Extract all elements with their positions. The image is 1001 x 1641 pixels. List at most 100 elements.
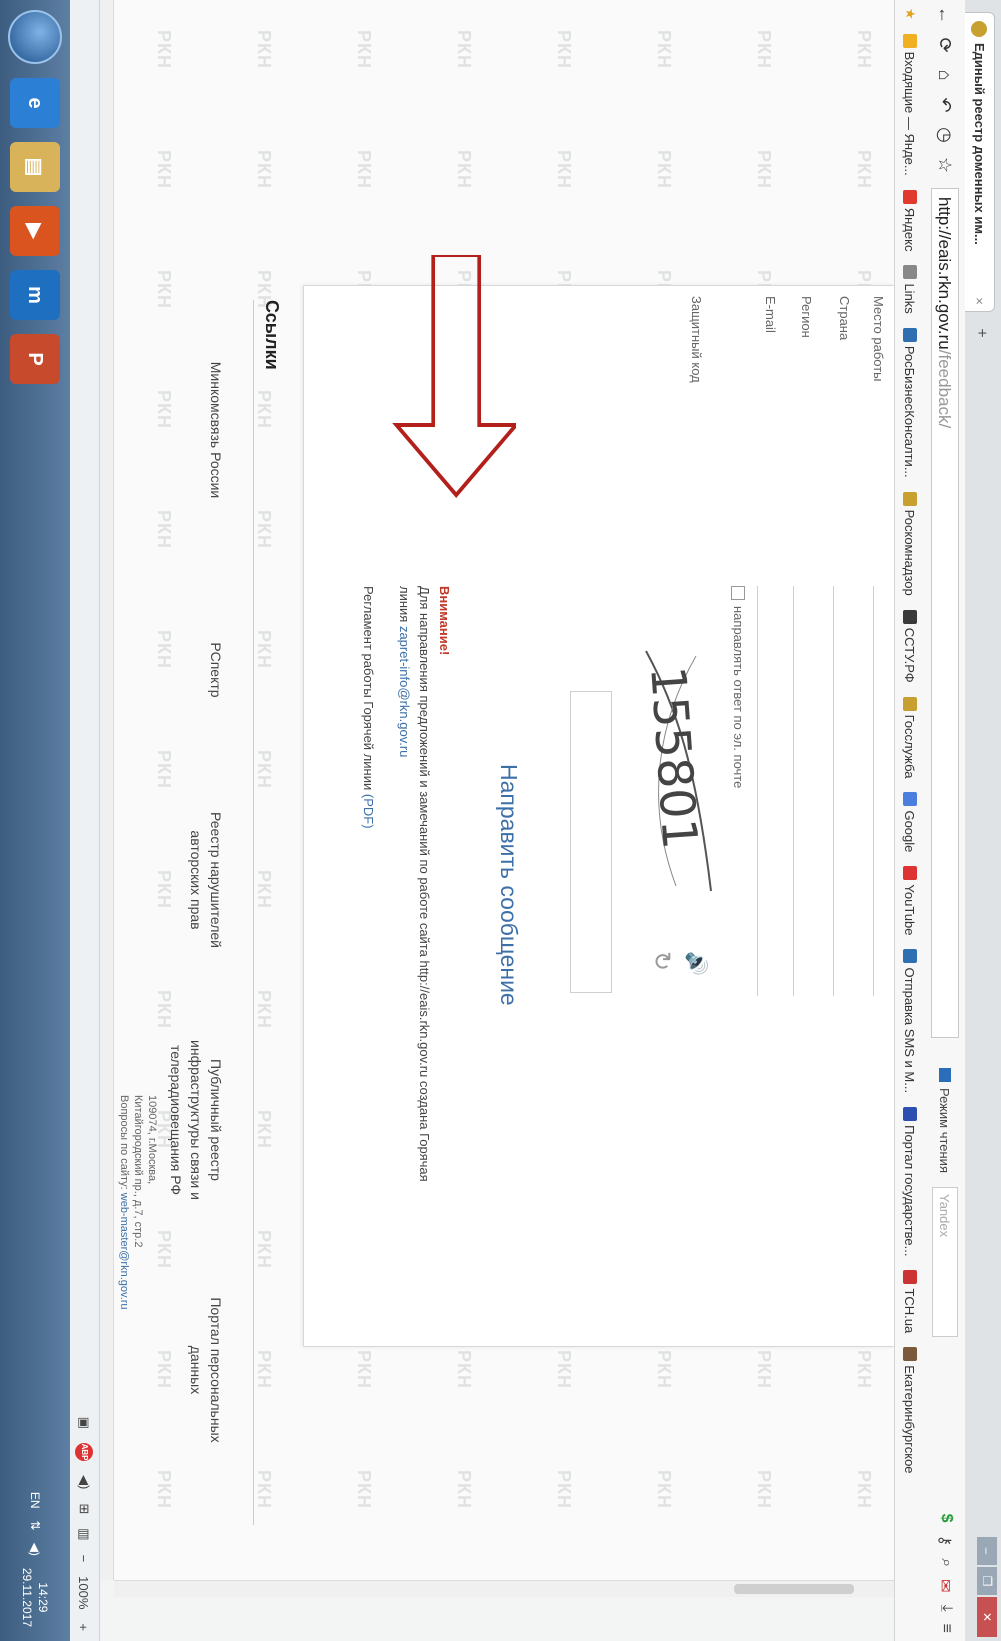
horizontal-scrollbar[interactable] [99, 0, 114, 1580]
sound-icon[interactable]: ◀) [76, 1475, 92, 1489]
network-icon[interactable]: ⇅ [28, 1521, 42, 1531]
link-rspektr[interactable]: РСпектр [206, 580, 226, 760]
link-public-registry[interactable]: Публичный реестр инфраструктуры связи и … [166, 1010, 226, 1230]
bookmark-item[interactable]: Екатеринбургское [903, 1347, 918, 1474]
tab-title: Единый реестр доменных им... [972, 43, 987, 245]
restore-button[interactable]: ❐ [977, 1567, 997, 1595]
start-button-icon[interactable] [8, 10, 62, 64]
reader-mode-button[interactable]: Режим чтения [938, 1068, 953, 1173]
bookmark-item[interactable]: Портал государстве... [903, 1107, 918, 1256]
home-icon[interactable]: ⌂ [930, 60, 960, 90]
audio-captcha-icon[interactable]: 🔊 [684, 951, 709, 976]
bookmark-item[interactable]: Яндекс [902, 189, 918, 252]
reglament-line: Регламент работы Горячей линии (PDF) [361, 586, 376, 829]
link-personal-data-portal[interactable]: Портал персональных данных [186, 1280, 226, 1460]
columns-icon[interactable]: ▥ [76, 1528, 92, 1540]
watermark-text: РКН [554, 1350, 574, 1389]
bookmark-favicon-icon [903, 696, 917, 711]
country-field[interactable] [833, 586, 834, 996]
tab-active[interactable]: Единый реестр доменных им... × [965, 12, 995, 312]
zoom-out-button[interactable]: − [77, 1555, 92, 1563]
address-line-3: Вопросы по сайту: [118, 1095, 130, 1190]
bookmark-item[interactable]: Госслужба [902, 696, 918, 779]
watermark-text: РКН [154, 750, 174, 789]
mail-icon[interactable]: ✉ [935, 1579, 955, 1592]
address-bar[interactable]: http://eais.rkn.gov.ru /feedback/ [931, 188, 959, 1038]
tab-bar: Единый реестр доменных им... × + – ❐ ✕ [964, 0, 1001, 1641]
mail-client-icon[interactable]: m [10, 270, 60, 320]
bookmark-favicon-icon [903, 949, 917, 964]
captcha-input[interactable] [570, 691, 612, 993]
link-copyright-registry[interactable]: Реестр нарушителей авторских прав [186, 790, 226, 970]
checkbox-box[interactable] [731, 586, 746, 600]
zoom-icon[interactable]: ⌕ [935, 1558, 955, 1567]
link-minkomsvyaz[interactable]: Минкомсвязь России [206, 340, 226, 520]
email-reply-checkbox[interactable]: направлять ответ по эл. почте [731, 586, 746, 788]
watermark-text: РКН [154, 1470, 174, 1509]
bookmark-label: Входящие — Янде... [902, 51, 918, 176]
panel-icon[interactable]: ▣ [76, 1417, 92, 1429]
volume-icon[interactable]: ◀) [28, 1543, 42, 1556]
search-input[interactable]: Yandex [932, 1186, 958, 1337]
submit-message-button[interactable]: Направить сообщение [495, 764, 522, 1006]
bookmark-item[interactable]: Links [903, 265, 918, 314]
bookmark-label: Госслужба [902, 714, 918, 779]
watermark-text: РКН [654, 1350, 674, 1389]
bookmark-label: Яндекс [902, 207, 918, 252]
region-field[interactable] [793, 586, 794, 996]
menu-icon[interactable]: ≡ [935, 1624, 955, 1633]
tile-icon[interactable]: ⊞ [76, 1503, 92, 1514]
bookmark-item[interactable]: Отправка SMS и М... [903, 949, 918, 1093]
hotline-email-link[interactable]: zapret-info@rkn.gov.ru [397, 626, 412, 757]
toolbar-icons: $ ⚷ ⌕ ✉ ⤓ ≡ [935, 1514, 955, 1633]
windows-taskbar: e ▤ ▶ m P EN ⇅ ◀) 14:29 29.11.2017 [0, 0, 70, 1641]
star-bookmark-icon[interactable]: ☆ [930, 150, 960, 180]
scroll-thumb[interactable] [734, 1584, 854, 1594]
captcha-text: 155801 [639, 664, 708, 851]
close-window-button[interactable]: ✕ [977, 1597, 997, 1637]
bookmark-item[interactable]: TCH.ua [903, 1270, 918, 1333]
workplace-field[interactable] [873, 586, 874, 996]
tab-close-button[interactable]: × [972, 291, 987, 311]
email-field[interactable] [757, 586, 758, 996]
label-region: Регион [799, 296, 814, 338]
adblock-icon[interactable]: ABP [75, 1443, 93, 1462]
ie-icon[interactable]: e [10, 78, 60, 128]
watermark-text: РКН [254, 1110, 274, 1149]
bookmark-item[interactable]: Google [903, 792, 918, 852]
bookmark-item[interactable]: Роскомнадзор [903, 491, 918, 596]
bookmark-item[interactable]: ССТУ.РФ [903, 609, 918, 683]
clock[interactable]: 14:29 29.11.2017 [19, 1568, 51, 1627]
powerpoint-icon[interactable]: P [10, 334, 60, 384]
watermark-text: РКН [154, 1350, 174, 1389]
back-arrow-icon[interactable]: ← [930, 0, 960, 30]
bookmark-item[interactable]: РосБизнесКонсалти... [903, 327, 918, 478]
download-icon[interactable]: ⤓ [935, 1605, 955, 1612]
dollar-extension-icon[interactable]: $ [935, 1514, 955, 1523]
bookmark-favicon-icon [903, 33, 917, 48]
undo-icon[interactable]: ↶ [930, 90, 960, 120]
history-icon[interactable]: ◷ [930, 120, 960, 150]
media-player-icon[interactable]: ▶ [10, 206, 60, 256]
watermark-text: РКН [854, 1350, 874, 1389]
bookmark-favicon-icon [903, 327, 917, 342]
minimize-button[interactable]: – [977, 1537, 997, 1565]
bookmark-item[interactable]: Входящие — Янде... [902, 33, 918, 176]
watermark-text: РКН [754, 30, 774, 69]
new-tab-button[interactable]: + [971, 322, 991, 344]
bookmark-favicon-icon [903, 491, 917, 506]
language-indicator[interactable]: EN [28, 1492, 42, 1509]
explorer-icon[interactable]: ▤ [10, 142, 60, 192]
refresh-captcha-icon[interactable]: ↻ [647, 951, 676, 971]
watermark-text: РКН [254, 1350, 274, 1389]
reglament-pdf-link[interactable]: (PDF) [361, 794, 376, 829]
watermark-text: РКН [854, 1470, 874, 1509]
vertical-scrollbar[interactable] [114, 1580, 894, 1597]
bookmark-item[interactable]: YouTube [903, 866, 918, 935]
key-icon[interactable]: ⚷ [935, 1534, 955, 1546]
webmaster-email-link[interactable]: web-master@rkn.gov.ru [118, 1193, 130, 1310]
bookmark-favicon-icon [903, 1107, 917, 1122]
zoom-in-button[interactable]: + [77, 1623, 92, 1631]
reload-icon[interactable]: ⟳ [930, 30, 960, 60]
bookmark-favicon-icon [903, 1270, 917, 1285]
